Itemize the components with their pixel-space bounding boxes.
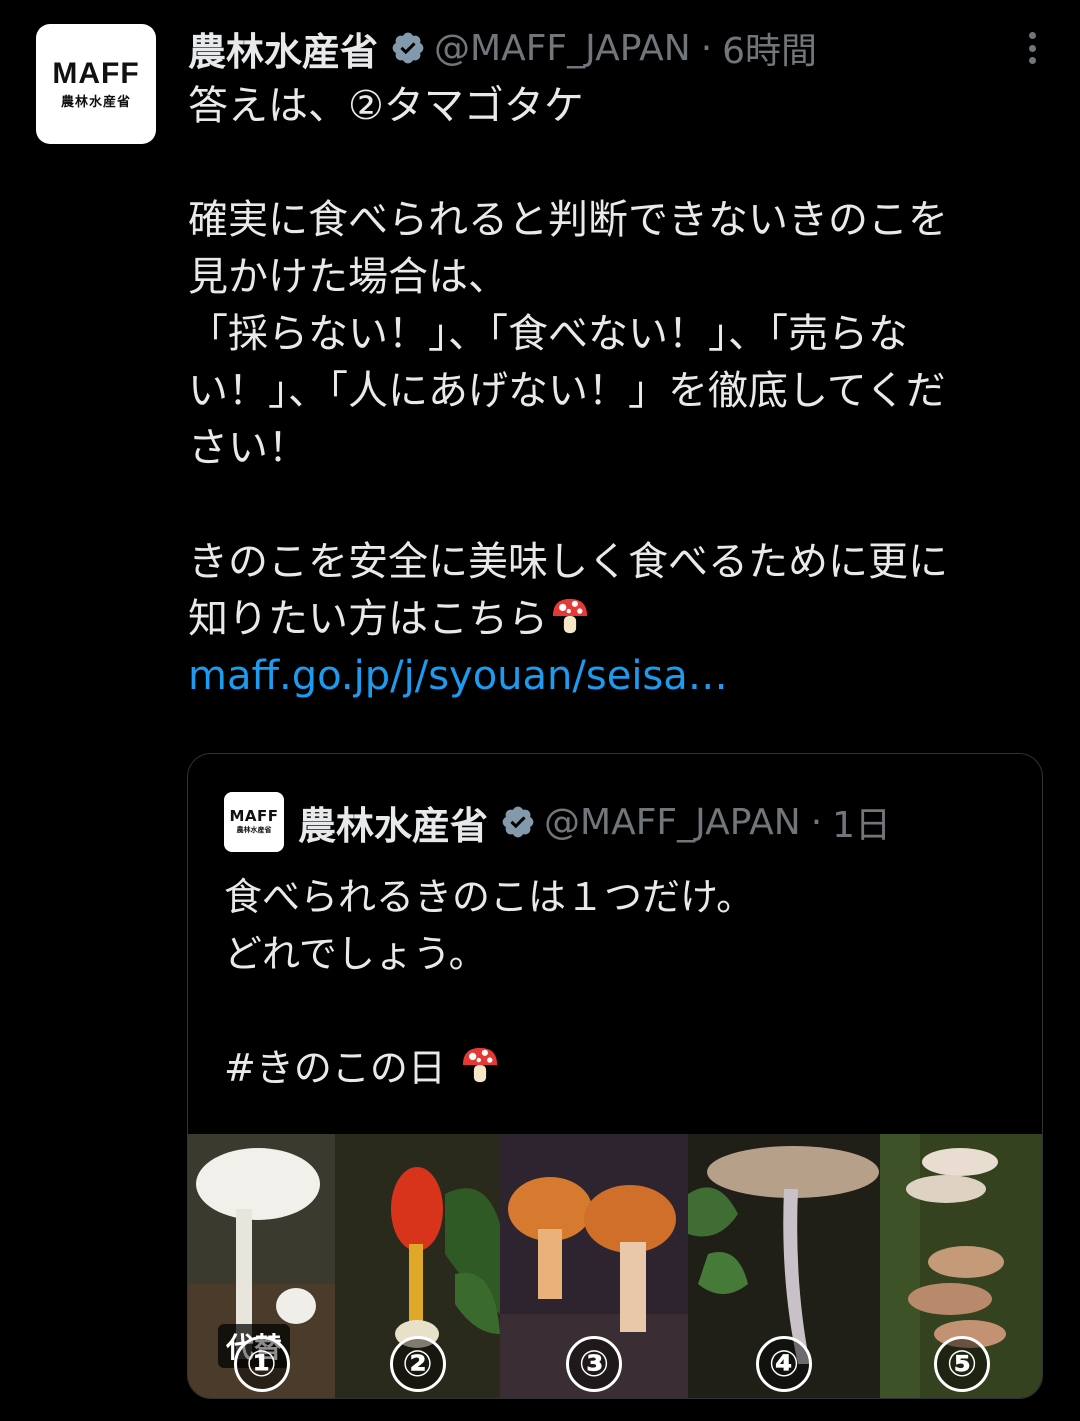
panel-number: ③ (566, 1336, 622, 1392)
tweet-line: 確実に食べられると判断できないきのこを (188, 197, 948, 243)
quoted-avatar-logo-subtext: 農林水産省 (236, 826, 272, 834)
handle[interactable]: @MAFF_JAPAN (434, 28, 691, 69)
quoted-line: 食べられるきのこは１つだけ。 (224, 875, 755, 919)
separator-dot: · (810, 801, 823, 843)
quoted-display-name: 農林水産省 (298, 803, 489, 848)
avatar-logo-text: MAFF (52, 56, 140, 90)
tweet-line: い！」、「人にあげない！」を徹底してくだ (188, 368, 946, 414)
quoted-tweet[interactable]: MAFF 農林水産省 農林水産省 @MAFF_JAPAN · 1日 食べられるき… (187, 753, 1043, 1399)
hashtag-link[interactable]: #きのこの日 (224, 1046, 446, 1090)
external-link[interactable]: maff.go.jp/j/syouan/seisa… (188, 653, 728, 699)
mushroom-panel-2: ② (335, 1134, 500, 1398)
panel-number: ⑤ (934, 1336, 990, 1392)
mushroom-panel-5: ⑤ (880, 1134, 1042, 1398)
tweet-line: 見かけた場合は、 (188, 254, 508, 300)
quoted-line: #きのこの日 (224, 1040, 1024, 1097)
timestamp[interactable]: 6時間 (722, 22, 817, 74)
tweet-line: 「採らない！」、「食べない！」、「売らな (188, 311, 908, 357)
quoted-handle: @MAFF_JAPAN (544, 801, 801, 843)
separator-dot: · (700, 27, 713, 69)
panel-number: ④ (756, 1336, 812, 1392)
tweet-header: 農林水産省 @MAFF_JAPAN · 6時間 (188, 20, 1040, 76)
panel-number: ① (233, 1336, 290, 1392)
tweet-line: 知りたい方はこちら (188, 591, 1058, 648)
verified-badge-icon (502, 806, 534, 838)
quoted-timestamp: 1日 (832, 805, 892, 846)
tweet-text: 答えは、②タマゴタケ 確実に食べられると判断できないきのこを 見かけた場合は、 … (188, 78, 1058, 705)
quoted-avatar: MAFF 農林水産省 (224, 792, 284, 852)
tweet-line-text: 知りたい方はこちら (188, 596, 548, 642)
media-image[interactable]: 代替 ① ② ③ ④ ⑤ (188, 1134, 1042, 1398)
display-name[interactable]: 農林水産省 (188, 21, 378, 76)
mushroom-panel-1: 代替 ① (188, 1134, 335, 1398)
mushroom-emoji-icon (462, 1047, 498, 1083)
more-options-icon[interactable] (1012, 28, 1052, 68)
mushroom-emoji-icon (552, 598, 588, 634)
avatar[interactable]: MAFF 農林水産省 (36, 24, 156, 144)
mushroom-panel-3: ③ (500, 1134, 688, 1398)
quoted-avatar-logo-text: MAFF (229, 807, 279, 825)
tweet-line: さい！ (188, 425, 308, 471)
tweet-line-gap (188, 477, 1058, 534)
quoted-tweet-header: MAFF 農林水産省 農林水産省 @MAFF_JAPAN · 1日 (224, 792, 1022, 852)
quoted-line: どれでしょう。 (224, 932, 487, 976)
quoted-line-gap (224, 983, 1024, 1040)
panel-number: ② (389, 1336, 446, 1392)
quoted-tweet-text: 食べられるきのこは１つだけ。 どれでしょう。 #きのこの日 (224, 869, 1024, 1097)
avatar-logo-subtext: 農林水産省 (60, 94, 131, 110)
tweet-line: きのこを安全に美味しく食べるために更に (188, 539, 948, 585)
verified-badge-icon (392, 32, 424, 64)
tweet-line-gap (188, 135, 1058, 192)
tweet-line: 答えは、②タマゴタケ (188, 83, 584, 129)
mushroom-panel-4: ④ (688, 1134, 880, 1398)
